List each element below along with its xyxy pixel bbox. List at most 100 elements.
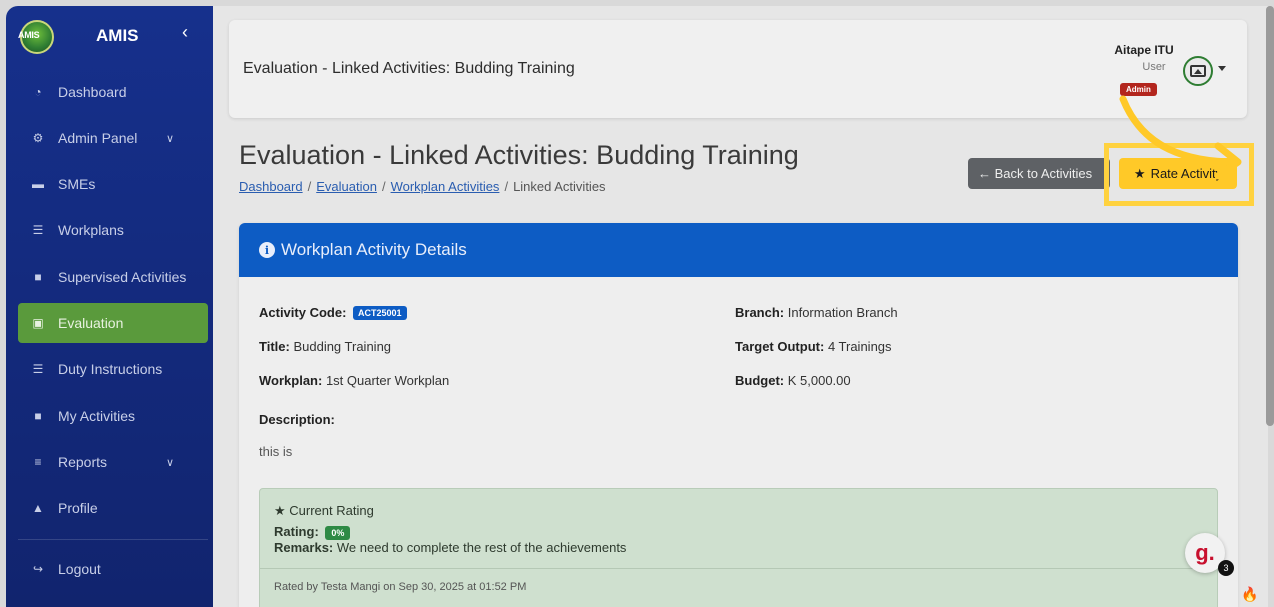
breadcrumb-dashboard[interactable]: Dashboard [239, 179, 303, 194]
target-output-value: 4 Trainings [827, 339, 892, 354]
activity-details-card: i Workplan Activity Details Activity Cod… [239, 223, 1238, 607]
sidebar-item-workplans[interactable]: ☰ Workplans [18, 210, 208, 250]
workplan-field: Workplan: 1st Quarter Workplan [259, 373, 449, 388]
budget-field: Budget: K 5,000.00 [735, 373, 851, 388]
chevron-down-icon: ∨ [166, 132, 175, 145]
activity-code-field: Activity Code: ACT25001 [259, 305, 407, 320]
description-label-text: Description: [259, 412, 335, 427]
target-output-label: Target Output: [735, 339, 825, 354]
gauge-icon: ◔ [34, 85, 42, 99]
sidebar-item-label: Evaluation [58, 315, 124, 331]
back-to-activities-button[interactable]: ← Back to Activities [968, 158, 1110, 189]
activity-code-label: Activity Code: [259, 305, 347, 320]
rating-field: Rating: 0% [274, 524, 351, 540]
branch-field: Branch: Information Branch [735, 305, 898, 320]
scrollbar[interactable] [1266, 6, 1274, 426]
breadcrumb-separator: / [381, 179, 386, 194]
list-icon: ☰ [32, 362, 44, 376]
logo-text: AMIS [18, 30, 40, 40]
caret-down-icon[interactable] [1218, 66, 1226, 71]
sidebar-item-label: Logout [58, 561, 101, 577]
breadcrumb-separator: / [504, 179, 509, 194]
budget-label: Budget: [735, 373, 785, 388]
sidebar-item-evaluation[interactable]: ▣ Evaluation [18, 303, 208, 343]
box-icon: ▬ [32, 177, 44, 191]
target-output-field: Target Output: 4 Trainings [735, 339, 892, 354]
rating-divider [260, 568, 1217, 569]
topbar: Evaluation - Linked Activities: Budding … [229, 20, 1247, 118]
budget-value: K 5,000.00 [787, 373, 851, 388]
sidebar-item-my-activities[interactable]: ■ My Activities [18, 396, 208, 436]
breadcrumb: Dashboard / Evaluation / Workplan Activities… [239, 179, 606, 194]
user-icon: ▲ [32, 501, 44, 515]
sidebar-item-duty-instructions[interactable]: ☰ Duty Instructions [18, 349, 208, 389]
list-icon: ☰ [32, 223, 44, 237]
logout-icon: ↪ [32, 562, 44, 576]
card-title: Workplan Activity Details [281, 240, 467, 259]
rating-label: Rating: [274, 524, 319, 539]
sidebar-item-label: Dashboard [58, 84, 127, 100]
page-title: Evaluation - Linked Activities: Budding … [239, 140, 799, 170]
rated-by-text: Rated by Testa Mangi on Sep 30, 2025 at … [274, 581, 527, 593]
clipboard-check-icon: ▣ [32, 316, 44, 330]
sidebar-item-dashboard[interactable]: ◔ Dashboard [18, 72, 208, 112]
user-role: User [1142, 61, 1166, 73]
sidebar-item-label: Admin Panel [58, 130, 138, 146]
notification-count-badge: 3 [1218, 560, 1234, 576]
chevron-down-icon: ∨ [166, 456, 175, 469]
remarks-value: We need to complete the rest of the achi… [336, 540, 627, 555]
sidebar-item-label: Workplans [58, 222, 124, 238]
sidebar-item-label: My Activities [58, 408, 136, 424]
brand-name: AMIS [96, 26, 139, 45]
widget-letter: g. [1195, 540, 1215, 565]
topbar-title: Evaluation - Linked Activities: Budding … [243, 60, 575, 77]
chart-icon: ≡ [34, 455, 42, 469]
sidebar-item-label: Supervised Activities [58, 269, 187, 285]
sidebar-item-logout[interactable]: ↪ Logout [18, 549, 208, 589]
info-icon: i [259, 242, 275, 258]
description-label: Description: [259, 412, 335, 427]
clipboard-icon: ■ [34, 270, 42, 284]
sidebar-item-profile[interactable]: ▲ Profile [18, 488, 208, 528]
sidebar: AMIS AMIS ‹ ◔ Dashboard ⚙ Admin Panel ∨ … [6, 6, 213, 607]
image-icon [1190, 65, 1206, 77]
rating-badge: 0% [325, 526, 351, 540]
branch-label: Branch: [735, 305, 785, 320]
breadcrumb-evaluation[interactable]: Evaluation [316, 179, 377, 194]
avatar[interactable] [1183, 56, 1213, 86]
title-label: Title: [259, 339, 290, 354]
breadcrumb-separator: / [307, 179, 312, 194]
sidebar-item-label: Profile [58, 500, 98, 516]
breadcrumb-current: Linked Activities [513, 179, 606, 194]
remarks-label: Remarks: [274, 540, 334, 555]
sidebar-item-reports[interactable]: ≡ Reports ∨ [18, 442, 208, 482]
current-rating-title: ★ Current Rating [274, 503, 374, 519]
gear-icon: ⚙ [32, 131, 44, 145]
title-field: Title: Budding Training [259, 339, 391, 354]
flame-icon: 🔥 [1241, 586, 1259, 602]
remarks-field: Remarks: We need to complete the rest of… [274, 540, 626, 555]
sidebar-item-admin-panel[interactable]: ⚙ Admin Panel ∨ [18, 118, 208, 158]
activity-code-badge: ACT25001 [353, 306, 407, 320]
sidebar-item-label: Reports [58, 454, 108, 470]
sidebar-item-smes[interactable]: ▬ SMEs [18, 164, 208, 204]
star-icon: ★ [274, 503, 286, 518]
sidebar-item-label: Duty Instructions [58, 361, 163, 377]
user-name: Aitape ITU [1114, 43, 1174, 57]
sidebar-brand: AMIS AMIS ‹ [6, 6, 213, 60]
current-rating-label: Current Rating [289, 503, 374, 518]
annotation-arrow [1119, 95, 1242, 180]
branch-value: Information Branch [787, 305, 898, 320]
workplan-value: 1st Quarter Workplan [325, 373, 450, 388]
main-content: Evaluation - Linked Activities: Budding … [213, 6, 1268, 607]
sidebar-item-label: SMEs [58, 176, 96, 192]
sidebar-item-supervised-activities[interactable]: ■ Supervised Activities [18, 257, 208, 297]
breadcrumb-workplan-activities[interactable]: Workplan Activities [391, 179, 500, 194]
clipboard-icon: ■ [34, 409, 42, 423]
workplan-label: Workplan: [259, 373, 323, 388]
card-header: i Workplan Activity Details [239, 223, 1238, 277]
title-value: Budding Training [293, 339, 392, 354]
description-value: this is [259, 444, 293, 459]
collapse-sidebar-icon[interactable]: ‹ [182, 22, 188, 43]
current-rating-box: ★ Current Rating Rating: 0% Remarks: We … [259, 488, 1218, 607]
